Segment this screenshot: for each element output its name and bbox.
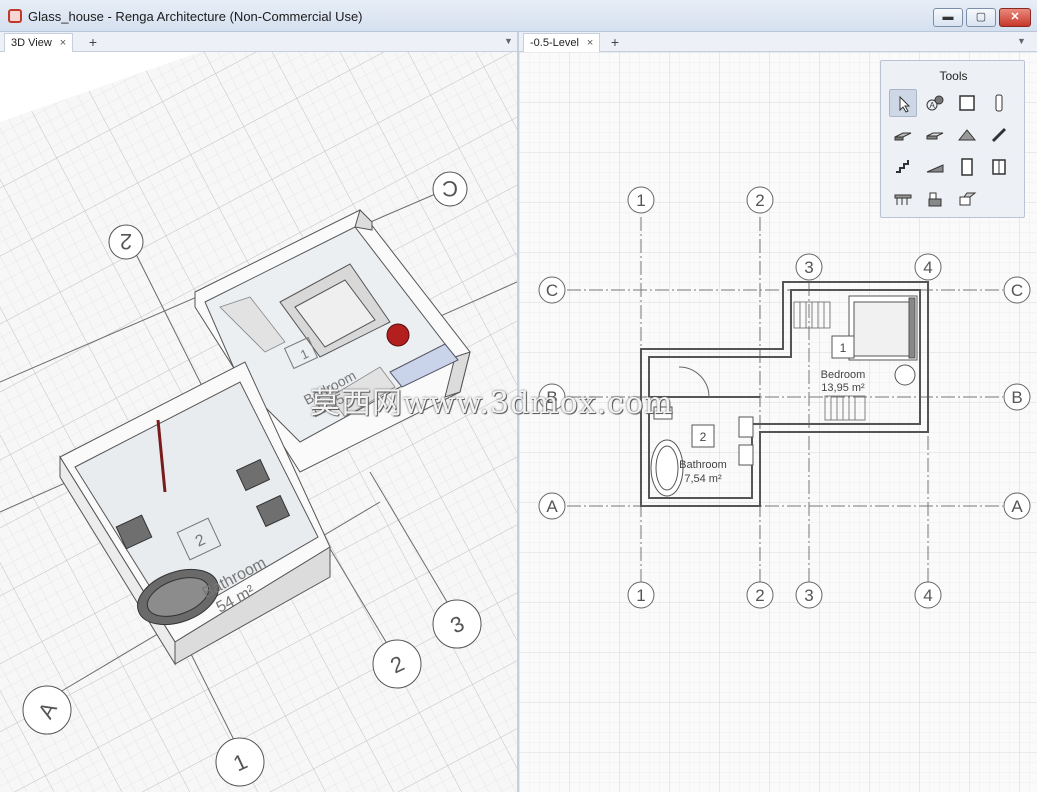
wall-tool-button[interactable] bbox=[953, 89, 981, 117]
tab-level[interactable]: -0.5-Level × bbox=[523, 33, 601, 52]
opening-icon bbox=[959, 192, 977, 206]
door-icon bbox=[961, 158, 973, 176]
table-icon bbox=[894, 194, 912, 205]
equipment-icon bbox=[928, 192, 942, 207]
tab-3d-view-label: 3D View bbox=[11, 37, 52, 49]
tools-title: Tools bbox=[939, 69, 968, 83]
grid-bubble-1-top: 1 bbox=[627, 186, 655, 214]
grid-bubble-1-bottom: 1 bbox=[627, 581, 655, 609]
grid-bubble-b-right: B bbox=[1003, 383, 1031, 411]
grid-bubble-a-right: A bbox=[1003, 492, 1031, 520]
tab-close-icon[interactable]: × bbox=[587, 37, 593, 49]
svg-text:B: B bbox=[1011, 388, 1022, 407]
grid-bubble-a-left: A bbox=[538, 492, 566, 520]
svg-text:1: 1 bbox=[636, 586, 645, 605]
beam-tool-button[interactable] bbox=[921, 121, 949, 149]
watermark: 莫西网www.3dmox.com bbox=[310, 386, 674, 421]
railing-icon bbox=[991, 127, 1007, 143]
grid-bubble-c-left: C bbox=[538, 276, 566, 304]
wall-icon bbox=[959, 95, 975, 111]
slab-tool-button[interactable] bbox=[889, 121, 917, 149]
grid-bubble-4-top: 4 bbox=[914, 253, 942, 281]
model-text-tool-button[interactable]: A bbox=[921, 89, 949, 117]
svg-text:2: 2 bbox=[120, 229, 132, 254]
svg-text:2: 2 bbox=[700, 430, 707, 444]
door-tool-button[interactable] bbox=[953, 153, 981, 181]
axis-bubble-a: A bbox=[22, 685, 72, 735]
minimize-button[interactable]: ▬ bbox=[933, 8, 963, 27]
svg-text:Bathroom: Bathroom bbox=[679, 459, 727, 471]
grid-bubble-c-right: C bbox=[1003, 276, 1031, 304]
tab-close-icon[interactable]: × bbox=[60, 37, 66, 49]
railing-tool-button[interactable] bbox=[985, 121, 1013, 149]
close-button[interactable]: ✕ bbox=[999, 8, 1031, 27]
ramp-icon bbox=[926, 164, 944, 173]
window-tool-button[interactable] bbox=[985, 153, 1013, 181]
table-tool-button[interactable] bbox=[889, 185, 917, 213]
add-tab-button[interactable]: + bbox=[84, 34, 102, 51]
title-bar: Glass_house - Renga Architecture (Non-Co… bbox=[0, 0, 1037, 32]
column-icon bbox=[995, 94, 1003, 112]
svg-text:2: 2 bbox=[755, 191, 764, 210]
svg-text:Bedroom: Bedroom bbox=[821, 369, 866, 381]
svg-text:3: 3 bbox=[804, 258, 813, 277]
axis-bubble-2-top: 2 bbox=[108, 224, 144, 260]
select-icon bbox=[899, 95, 911, 113]
stair-icon bbox=[896, 160, 909, 173]
left-tab-bar: 3D View × + ▼ bbox=[0, 32, 517, 52]
add-tab-button[interactable]: + bbox=[606, 34, 624, 51]
axis-bubble-c: C bbox=[432, 171, 468, 207]
stair-tool-button[interactable] bbox=[889, 153, 917, 181]
beam-icon bbox=[926, 132, 944, 140]
slab-icon bbox=[894, 132, 912, 141]
svg-text:C: C bbox=[546, 281, 558, 300]
maximize-button[interactable]: ▢ bbox=[966, 8, 996, 27]
grid-bubble-3-top: 3 bbox=[795, 253, 823, 281]
tab-3d-view[interactable]: 3D View × bbox=[4, 33, 74, 52]
svg-text:1: 1 bbox=[636, 191, 645, 210]
opening-tool-button[interactable] bbox=[953, 185, 981, 213]
svg-text:A: A bbox=[546, 497, 558, 516]
tools-panel: Tools A bbox=[880, 60, 1025, 218]
grid-bubble-4-bottom: 4 bbox=[914, 581, 942, 609]
window-title: Glass_house - Renga Architecture (Non-Co… bbox=[28, 9, 363, 24]
roof-tool-button[interactable] bbox=[953, 121, 981, 149]
select-tool-button[interactable] bbox=[889, 89, 917, 117]
model-text-icon: A bbox=[926, 95, 944, 111]
svg-text:C: C bbox=[1011, 281, 1023, 300]
svg-text:4: 4 bbox=[923, 258, 932, 277]
svg-text:13,95 m²: 13,95 m² bbox=[821, 382, 865, 394]
right-tab-bar: -0.5-Level × + ▼ bbox=[519, 32, 1037, 52]
axis-bubble-2: 2 bbox=[372, 639, 422, 689]
svg-text:C: C bbox=[442, 176, 458, 201]
tab-menu-arrow-icon[interactable]: ▼ bbox=[504, 36, 513, 46]
tab-menu-arrow-icon[interactable]: ▼ bbox=[1017, 36, 1026, 46]
window-icon bbox=[992, 159, 1006, 175]
svg-text:2: 2 bbox=[755, 586, 764, 605]
3d-viewport[interactable]: 1 Bedroom 13,95 2 Bathroom 54 m² 2 C A 1… bbox=[0, 52, 517, 792]
svg-text:1: 1 bbox=[840, 341, 847, 355]
svg-text:A: A bbox=[930, 101, 936, 110]
svg-text:3: 3 bbox=[804, 586, 813, 605]
axis-bubble-1: 1 bbox=[215, 737, 265, 787]
ramp-tool-button[interactable] bbox=[921, 153, 949, 181]
renga-logo-icon bbox=[8, 9, 22, 23]
grid-bubble-3-bottom: 3 bbox=[795, 581, 823, 609]
axis-bubble-3: 3 bbox=[432, 599, 482, 649]
svg-text:A: A bbox=[1011, 497, 1023, 516]
3d-scene: 1 Bedroom 13,95 2 Bathroom 54 m² 2 C A 1… bbox=[0, 52, 517, 792]
grid-bubble-2-bottom: 2 bbox=[746, 581, 774, 609]
grid-bubble-2-top: 2 bbox=[746, 186, 774, 214]
svg-text:7,54 m²: 7,54 m² bbox=[684, 473, 722, 485]
roof-icon bbox=[957, 129, 977, 141]
equipment-tool-button[interactable] bbox=[921, 185, 949, 213]
svg-text:4: 4 bbox=[923, 586, 932, 605]
column-tool-button[interactable] bbox=[985, 89, 1013, 117]
tab-level-label: -0.5-Level bbox=[530, 37, 579, 49]
